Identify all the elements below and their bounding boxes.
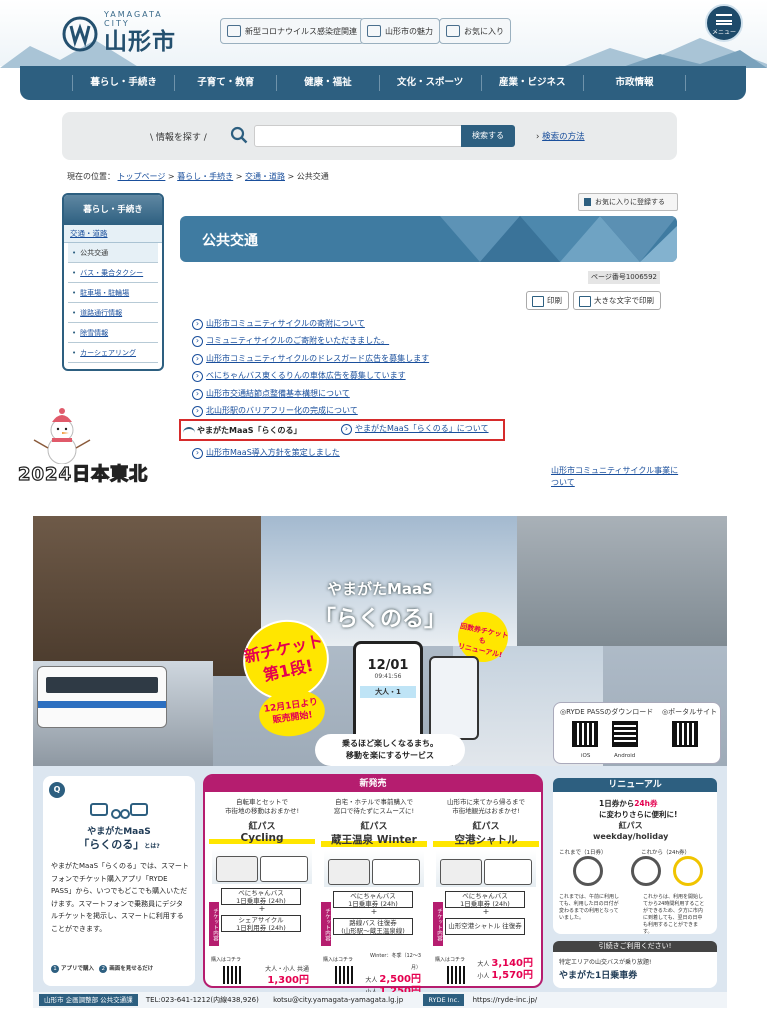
clock-icon [673, 856, 703, 886]
city-charm-button[interactable]: 山形市の魅力 [360, 18, 440, 44]
list-item[interactable]: 山形市コミュニティサイクルの寄附について [192, 317, 672, 334]
breadcrumb-current: 公共交通 [296, 172, 329, 181]
bus-icon [212, 848, 312, 884]
bus-icon [436, 851, 536, 887]
search-button[interactable]: 検索する [461, 125, 515, 147]
city-logo[interactable]: YAMAGATA CITY 山形市 [62, 10, 187, 55]
bus-bike-icon [90, 803, 148, 819]
hamburger-icon [716, 14, 732, 25]
nav-item-business[interactable]: 産業・ビジネス [480, 75, 583, 91]
city-emblem-icon [62, 16, 98, 52]
menu-button[interactable]: メニュー [705, 4, 743, 42]
search-help-link[interactable]: › 検索の方法 [536, 130, 585, 142]
qr-code-icon [612, 721, 638, 747]
global-nav: 暮らし・手続き 子育て・教育 健康・福祉 文化・スポーツ 産業・ビジネス 市政情… [20, 66, 746, 100]
sidebar: 暮らし・手続き 交通・道路 公共交通 バス・乗合タクシー 駐車場・駐輪場 道路通… [62, 193, 164, 371]
breadcrumb-traffic[interactable]: 交通・道路 [245, 172, 285, 181]
list-item[interactable]: べにちゃんバス東くるりんの車体広告を募集しています [192, 369, 672, 386]
search-label: \ 情報を探す / [150, 133, 207, 143]
header: YAMAGATA CITY 山形市 新型コロナウイルス感染症関連 山形市の魅力 … [0, 0, 767, 68]
nav-item-health[interactable]: 健康・福祉 [276, 75, 378, 91]
favorites-button[interactable]: お気に入り [439, 18, 511, 44]
poster-photo-collage: やまがたMaaS 「らくのる」 新チケット 第1段! 12月1日より 販売開始!… [33, 516, 727, 766]
list-item[interactable]: 山形市交通結節点整備基本構想について [192, 387, 672, 404]
maas-highlight-box: やまがたMaaS「らくのる」 やまがたMaaS「らくのる」について [179, 419, 505, 441]
logo-japanese: 山形市 [104, 29, 176, 55]
poster-title: やまがたMaaS 「らくのる」 [313, 580, 446, 632]
page-number: ページ番号1006592 [588, 271, 660, 284]
new-tickets-panel: 新発売 自転車とセットで 市街地の移動はおまかせ! 紅パス Cycling べに… [203, 774, 543, 997]
phone-ticket-mockup: 12/01 09:41:56 大人・1 [353, 641, 423, 743]
poster-caption: 乗るほど楽しくなるまち。 移動を楽にするサービス [315, 734, 465, 766]
community-cycle-link[interactable]: 山形市コミュニティサイクル事業について [551, 465, 681, 489]
sidebar-item-carshare[interactable]: カーシェアリング [68, 343, 158, 363]
covid-info-label: 新型コロナウイルス感染症関連 [245, 26, 357, 36]
qr-code-icon [572, 721, 598, 747]
ticket-zao-winter: 自宅・ホテルで事前購入で 窓口で待たずにスムーズに! 紅パス 蔵王温泉 Wint… [321, 798, 427, 997]
add-favorite-button[interactable]: お気に入りに登録する [578, 193, 678, 211]
search-icon [230, 126, 248, 144]
menu-label: メニュー [711, 29, 736, 36]
search-input[interactable] [254, 125, 462, 147]
search-bar: \ 情報を探す / 検索する › 検索の方法 [62, 112, 677, 160]
renewal-heading: リニューアル [553, 778, 717, 792]
hand-icon [367, 25, 381, 37]
qr-code-icon [672, 721, 698, 747]
renewal-panel: リニューアル 1日券から24h券 に変わりさらに便利に! 紅パス weekday/h… [553, 778, 717, 935]
nav-item-city-info[interactable]: 市政情報 [582, 75, 687, 91]
star-icon [446, 25, 460, 37]
favorites-label: お気に入り [464, 26, 504, 36]
covid-info-button[interactable]: 新型コロナウイルス感染症関連 [220, 18, 364, 44]
maas-logo: やまがたMaaS「らくのる」 [183, 426, 302, 435]
clock-icon [573, 856, 603, 886]
sidebar-item-public-transport[interactable]: 公共交通 [68, 243, 158, 263]
print-button[interactable]: 印刷 [526, 291, 569, 310]
list-item[interactable]: コミュニティサイクルのご寄附をいただきました。 [192, 334, 672, 351]
sidebar-sub-traffic[interactable]: 交通・道路 [64, 225, 162, 243]
nav-item-living[interactable]: 暮らし・手続き [72, 75, 174, 91]
list-item[interactable]: 山形市コミュニティサイクルのドレスガード広告を募集します [192, 352, 672, 369]
sidebar-item-bus[interactable]: バス・乗合タクシー [68, 263, 158, 283]
watermark-text: 2024日本東北 [17, 463, 149, 485]
breadcrumb: 現在の位置： トップページ > 暮らし・手続き > 交通・道路 > 公共交通 [67, 172, 329, 181]
ticket-cycling: 自転車とセットで 市街地の移動はおまかせ! 紅パス Cycling べにちゃんバ… [209, 798, 315, 986]
about-description: やまがたMaaS「らくのる」では、スマートフォンでチケット購入アプリ「RYDE … [51, 862, 189, 933]
maas-policy-link[interactable]: 山形市MaaS導入方針を策定しました [192, 447, 340, 459]
clock-icon [631, 856, 661, 886]
sidebar-item-parking[interactable]: 駐車場・駐輪場 [68, 283, 158, 303]
page-title: 公共交通 [202, 233, 258, 249]
poster-footer: 山形市 企画調整部 公共交通課 TEL:023-641-1212(内線438,9… [33, 992, 727, 1008]
sidebar-heading[interactable]: 暮らし・手続き [64, 195, 162, 225]
qr-code-box: ◎RYDE PASSのダウンロード ◎ポータルサイト iOS Android [553, 702, 721, 764]
qr-code-icon [447, 966, 465, 984]
breadcrumb-top[interactable]: トップページ [118, 172, 166, 181]
phone-app-mockup [429, 656, 479, 740]
about-maas-panel: Q やまがたMaaS 「らくのる」とは? やまがたMaaS「らくのる」では、スマ… [43, 776, 195, 986]
snowman-icon [33, 408, 91, 464]
maas-link[interactable]: やまがたMaaS「らくのる」について [341, 423, 489, 435]
bus-icon [324, 851, 424, 887]
page: YAMAGATA CITY 山形市 新型コロナウイルス感染症関連 山形市の魅力 … [0, 0, 767, 1024]
street-photo [33, 516, 261, 676]
nav-item-childcare[interactable]: 子育て・教育 [174, 75, 276, 91]
city-charm-label: 山形市の魅力 [385, 26, 433, 36]
qr-code-icon [223, 966, 241, 984]
qr-code-icon [335, 966, 353, 984]
usage-steps: 1 アプリで購入 2 画面を見せるだけ [51, 964, 153, 973]
one-day-ticket-panel: 引続きご利用ください! 特定エリアの山交バスが乗り放題! やまがた1日乗車券 [553, 941, 717, 988]
bicycle-photo [517, 516, 727, 646]
breadcrumb-living[interactable]: 暮らし・手続き [177, 172, 233, 181]
maas-poster: やまがたMaaS 「らくのる」 新チケット 第1段! 12月1日より 販売開始!… [33, 516, 727, 1008]
bus-icon [37, 666, 167, 728]
nav-item-culture[interactable]: 文化・スポーツ [378, 75, 481, 91]
ticket-airport-shuttle: 山形市に来てから帰るまで 市街地観光はおまかせ! 紅パス 空港シャトル べにちゃ… [433, 798, 539, 986]
new-tickets-heading: 新発売 [205, 776, 541, 792]
sidebar-item-snow[interactable]: 除雪情報 [68, 323, 158, 343]
poster-info-section: Q やまがたMaaS 「らくのる」とは? やまがたMaaS「らくのる」では、スマ… [33, 766, 727, 997]
sidebar-item-road-info[interactable]: 道路通行情報 [68, 303, 158, 323]
page-title-bar: 公共交通 [180, 216, 677, 262]
article-link-list: 山形市コミュニティサイクルの寄附について コミュニティサイクルのご寄附をいただき… [192, 317, 672, 421]
mask-icon [227, 25, 241, 37]
print-large-button[interactable]: 大きな文字で印刷 [573, 291, 661, 310]
